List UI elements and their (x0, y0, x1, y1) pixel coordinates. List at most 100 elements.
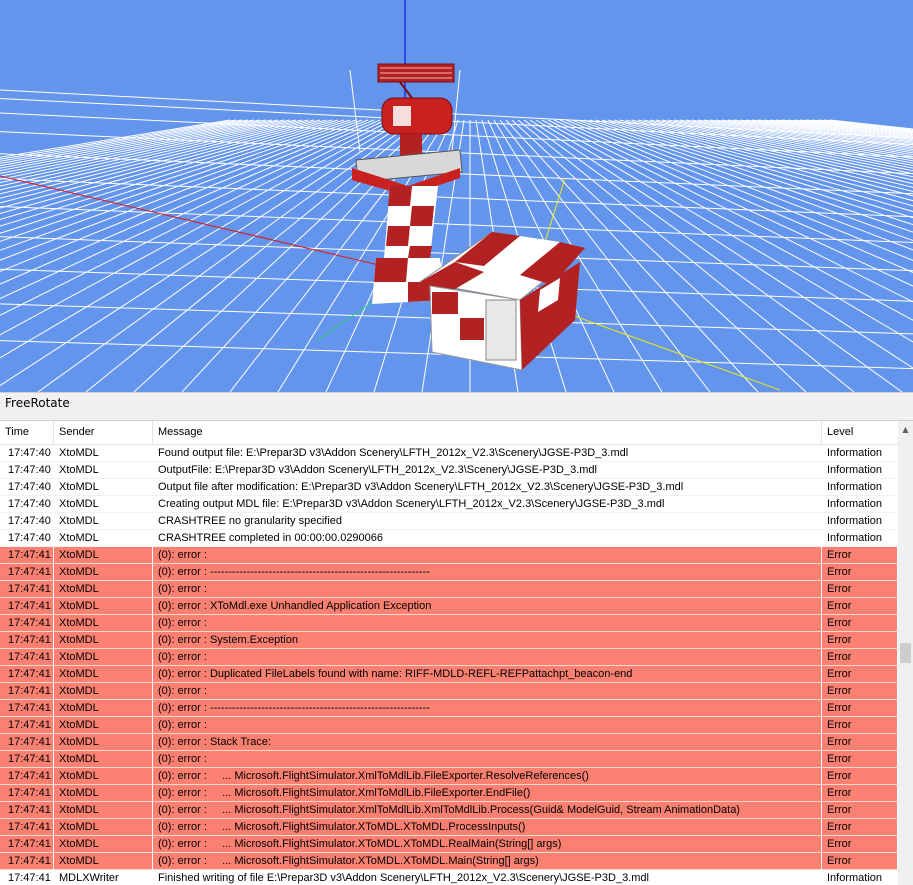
column-header-message[interactable]: Message (153, 421, 822, 444)
log-cell-level: Error (822, 547, 898, 563)
log-cell-time: 17:47:41 (0, 751, 54, 767)
log-cell-message: (0): error : (153, 751, 822, 767)
log-row[interactable]: 17:47:40 XtoMDL OutputFile: E:\Prepar3D v3… (0, 462, 898, 479)
log-row[interactable]: 17:47:41 XtoMDL (0): error : ... Microsoft… (0, 785, 898, 802)
log-row[interactable]: 17:47:40 XtoMDL Creating output MDL file: … (0, 496, 898, 513)
log-cell-sender: XtoMDL (54, 768, 153, 784)
log-cell-level: Error (822, 717, 898, 733)
log-cell-message: (0): error : (153, 649, 822, 665)
log-cell-level: Error (822, 649, 898, 665)
log-cell-sender: MDLXWriter (54, 870, 153, 885)
log-cell-message: (0): error : ... Microsoft.FlightSimulat… (153, 785, 822, 801)
log-cell-sender: XtoMDL (54, 751, 153, 767)
log-cell-message: Finished writing of file E:\Prepar3D v3\… (153, 870, 822, 885)
log-cell-time: 17:47:41 (0, 649, 54, 665)
log-cell-sender: XtoMDL (54, 802, 153, 818)
log-row[interactable]: 17:47:41 XtoMDL (0): error : -------------… (0, 700, 898, 717)
log-row[interactable]: 17:47:40 XtoMDL CRASHTREE no granularity s… (0, 513, 898, 530)
log-cell-sender: XtoMDL (54, 445, 153, 461)
log-cell-message: (0): error : ... Microsoft.FlightSimulat… (153, 853, 822, 869)
log-cell-time: 17:47:40 (0, 496, 54, 512)
log-cell-message: CRASHTREE no granularity specified (153, 513, 822, 529)
log-cell-level: Error (822, 615, 898, 631)
log-row[interactable]: 17:47:41 MDLXWriter Finished writing of fi… (0, 870, 898, 885)
log-cell-level: Error (822, 802, 898, 818)
log-row[interactable]: 17:47:41 XtoMDL (0): error : Error (0, 615, 898, 632)
log-cell-message: (0): error : (153, 717, 822, 733)
grid-line (799, 119, 913, 134)
grid-line (0, 119, 285, 180)
log-cell-message: (0): error : XToMdl.exe Unhandled Applic… (153, 598, 822, 614)
log-cell-level: Information (822, 513, 898, 529)
log-row[interactable]: 17:47:41 XtoMDL (0): error : -------------… (0, 564, 898, 581)
log-row[interactable]: 17:47:41 XtoMDL (0): error : Error (0, 717, 898, 734)
log-rows: 17:47:40 XtoMDL Found output file: E:\Prep… (0, 445, 898, 885)
log-cell-sender: XtoMDL (54, 547, 153, 563)
log-row[interactable]: 17:47:41 XtoMDL (0): error : System.Except… (0, 632, 898, 649)
log-cell-message: (0): error : Duplicated FileLabels found… (153, 666, 822, 682)
log-row[interactable]: 17:47:41 XtoMDL (0): error : ... Microsoft… (0, 853, 898, 870)
panel-splitter[interactable] (0, 412, 913, 420)
log-cell-time: 17:47:40 (0, 479, 54, 495)
column-header-sender[interactable]: Sender (54, 421, 153, 444)
log-cell-level: Error (822, 581, 898, 597)
log-row[interactable]: 17:47:41 XtoMDL (0): error : Error (0, 683, 898, 700)
grid-line (601, 119, 913, 213)
log-row[interactable]: 17:47:41 XtoMDL (0): error : Error (0, 581, 898, 598)
log-row[interactable]: 17:47:41 XtoMDL (0): error : XToMdl.exe Un… (0, 598, 898, 615)
log-row[interactable]: 17:47:41 XtoMDL (0): error : Error (0, 649, 898, 666)
log-cell-level: Error (822, 751, 898, 767)
log-cell-sender: XtoMDL (54, 462, 153, 478)
model-viewport[interactable] (0, 0, 913, 392)
log-cell-time: 17:47:41 (0, 615, 54, 631)
log-cell-sender: XtoMDL (54, 564, 153, 580)
grid-line (0, 119, 369, 261)
log-cell-time: 17:47:40 (0, 462, 54, 478)
log-cell-time: 17:47:41 (0, 836, 54, 852)
log-cell-time: 17:47:41 (0, 870, 54, 885)
log-row[interactable]: 17:47:41 XtoMDL (0): error : ... Microsoft… (0, 802, 898, 819)
log-cell-message: Output file after modification: E:\Prepa… (153, 479, 822, 495)
column-header-time[interactable]: Time (0, 421, 54, 444)
log-cell-message: (0): error : ---------------------------… (153, 564, 822, 580)
log-row[interactable]: 17:47:41 XtoMDL (0): error : ... Microsoft… (0, 836, 898, 853)
log-cell-time: 17:47:41 (0, 547, 54, 563)
column-header-level[interactable]: Level (822, 421, 898, 444)
log-cell-time: 17:47:40 (0, 513, 54, 529)
log-cell-message: (0): error : ... Microsoft.FlightSimulat… (153, 819, 822, 835)
log-cell-level: Error (822, 734, 898, 750)
log-cell-sender: XtoMDL (54, 785, 153, 801)
log-cell-sender: XtoMDL (54, 598, 153, 614)
log-row[interactable]: 17:47:41 XtoMDL (0): error : Error (0, 547, 898, 564)
log-cell-level: Error (822, 632, 898, 648)
log-row[interactable]: 17:47:40 XtoMDL Output file after modifica… (0, 479, 898, 496)
viewport-scene (0, 0, 913, 392)
log-cell-message: Found output file: E:\Prepar3D v3\Addon … (153, 445, 822, 461)
log-row[interactable]: 17:47:41 XtoMDL (0): error : Error (0, 751, 898, 768)
log-row[interactable]: 17:47:41 XtoMDL (0): error : ... Microsoft… (0, 819, 898, 836)
log-cell-time: 17:47:41 (0, 853, 54, 869)
log-cell-time: 17:47:41 (0, 632, 54, 648)
log-cell-sender: XtoMDL (54, 581, 153, 597)
log-cell-sender: XtoMDL (54, 649, 153, 665)
log-cell-time: 17:47:41 (0, 700, 54, 716)
grid-line (559, 119, 913, 273)
scrollbar-thumb[interactable] (900, 643, 911, 663)
log-cell-time: 17:47:41 (0, 768, 54, 784)
log-row[interactable]: 17:47:40 XtoMDL Found output file: E:\Prep… (0, 445, 898, 462)
log-cell-message: (0): error : ... Microsoft.FlightSimulat… (153, 802, 822, 818)
log-row[interactable]: 17:47:40 XtoMDL CRASHTREE completed in 00:… (0, 530, 898, 547)
log-row[interactable]: 17:47:41 XtoMDL (0): error : Duplicated Fi… (0, 666, 898, 683)
triangle-up-icon[interactable]: ▲ (898, 421, 913, 438)
grid-line (547, 119, 913, 303)
log-row[interactable]: 17:47:41 XtoMDL (0): error : Stack Trace: E… (0, 734, 898, 751)
grid-line (0, 119, 387, 300)
log-grid[interactable]: Time Sender Message Level 17:47:40 XtoMDL… (0, 420, 913, 885)
log-cell-level: Information (822, 445, 898, 461)
vertical-scrollbar[interactable]: ▲ (898, 421, 913, 885)
log-cell-message: OutputFile: E:\Prepar3D v3\Addon Scenery… (153, 462, 822, 478)
log-cell-time: 17:47:40 (0, 445, 54, 461)
log-row[interactable]: 17:47:41 XtoMDL (0): error : ... Microsoft… (0, 768, 898, 785)
log-cell-level: Information (822, 496, 898, 512)
log-cell-level: Information (822, 530, 898, 546)
